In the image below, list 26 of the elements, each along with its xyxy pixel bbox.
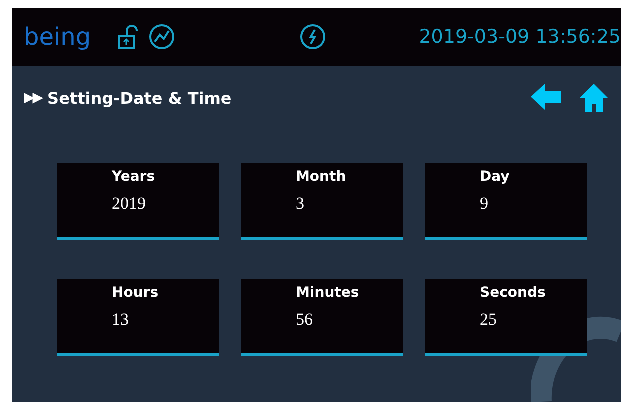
field-label: Hours (112, 285, 160, 301)
page-title: Setting-Date & Time (48, 88, 232, 108)
time-field[interactable]: Month 3 (241, 163, 403, 240)
lightning-circle-icon (300, 24, 326, 50)
field-value: 25 (480, 310, 498, 330)
field-label: Years (112, 169, 156, 185)
time-field[interactable]: Day 9 (425, 163, 587, 240)
breadcrumb-arrows: ▶▶ (24, 90, 42, 106)
field-label: Seconds (480, 285, 547, 301)
home-button[interactable] (579, 83, 609, 113)
time-field[interactable]: Seconds 25 (425, 279, 587, 356)
field-value: 9 (480, 194, 490, 214)
logo: being (24, 23, 92, 51)
chart-circle-icon (149, 24, 176, 50)
date-time-display: 2019-03-09 13:56:25 (419, 26, 621, 48)
field-value: 3 (296, 194, 306, 214)
field-value: 56 (296, 310, 314, 330)
field-value: 2019 (112, 194, 147, 214)
time-field[interactable]: Hours 13 (57, 279, 219, 356)
time-field[interactable]: Minutes 56 (241, 279, 403, 356)
field-label: Day (480, 169, 511, 185)
field-label: Month (296, 169, 348, 185)
back-button[interactable] (531, 83, 561, 113)
field-label: Minutes (296, 285, 360, 301)
field-value: 13 (112, 310, 130, 330)
time-field[interactable]: Years 2019 (57, 163, 219, 240)
